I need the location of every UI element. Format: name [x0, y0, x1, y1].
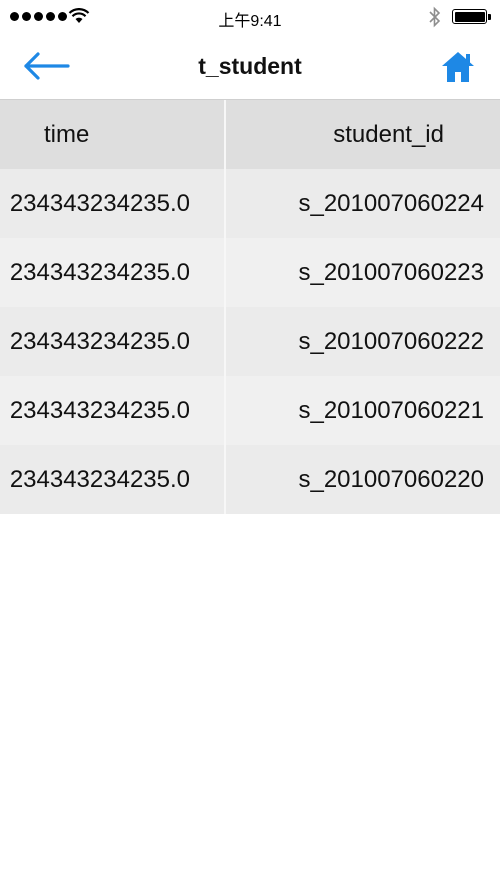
- home-button[interactable]: [438, 48, 478, 86]
- table-header-row: time student_id: [0, 100, 500, 169]
- table-row[interactable]: 234343234235.0 s_201007060222: [0, 307, 500, 376]
- home-icon: [442, 52, 474, 82]
- cell-student-id: s_201007060221: [298, 396, 484, 424]
- cell-time: 234343234235.0: [0, 238, 226, 307]
- cell-student-id: s_201007060223: [298, 258, 484, 286]
- column-header-time[interactable]: time: [0, 100, 226, 169]
- battery-icon: [452, 9, 487, 24]
- data-table: time student_id 234343234235.0 s_2010070…: [0, 100, 500, 514]
- table-row[interactable]: 234343234235.0 s_201007060224: [0, 169, 500, 238]
- cell-time: 234343234235.0: [0, 307, 226, 376]
- table-row[interactable]: 234343234235.0 s_201007060220: [0, 445, 500, 514]
- nav-bar: t_student: [0, 34, 500, 100]
- column-header-student-id[interactable]: student_id: [226, 100, 500, 169]
- table-row[interactable]: 234343234235.0 s_201007060223: [0, 238, 500, 307]
- cell-time: 234343234235.0: [0, 169, 226, 238]
- battery-tip: [488, 14, 491, 20]
- table-row[interactable]: 234343234235.0 s_201007060221: [0, 376, 500, 445]
- page-title: t_student: [198, 53, 302, 79]
- cell-student-id: s_201007060220: [298, 465, 484, 493]
- cell-time: 234343234235.0: [0, 445, 226, 514]
- cell-student-id: s_201007060222: [298, 327, 484, 355]
- cell-time: 234343234235.0: [0, 376, 226, 445]
- bluetooth-icon: [429, 6, 441, 28]
- status-time: 上午9:41: [218, 13, 282, 30]
- status-bar: 上午9:41: [0, 0, 500, 34]
- cell-student-id: s_201007060224: [298, 189, 484, 217]
